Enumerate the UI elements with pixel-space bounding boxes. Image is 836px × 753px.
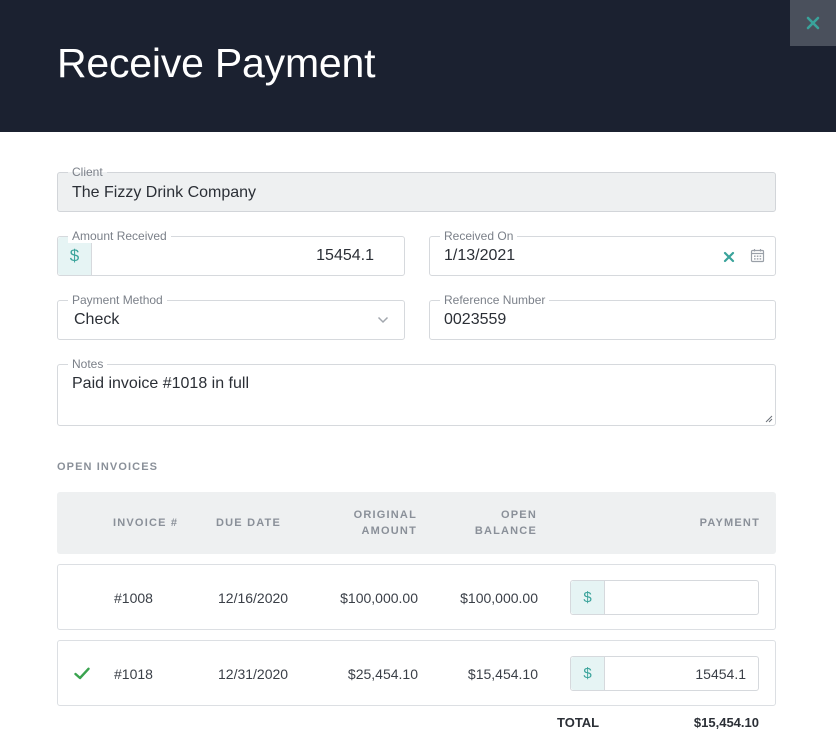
payment-value: 15454.1 bbox=[695, 666, 746, 682]
invoice-original-amount: $100,000.00 bbox=[340, 590, 418, 606]
resize-handle-icon[interactable] bbox=[765, 415, 773, 423]
received-on-label: Received On bbox=[440, 229, 518, 243]
invoice-original-amount: $25,454.10 bbox=[347, 666, 418, 682]
invoice-table-header: INVOICE # DUE DATE ORIGINAL AMOUNT OPEN … bbox=[57, 492, 776, 554]
notes-value: Paid invoice #1018 in full bbox=[72, 375, 250, 392]
payment-currency-addon: $ bbox=[571, 657, 605, 690]
invoice-due-date: 12/16/2020 bbox=[218, 590, 289, 606]
received-on-value: 1/13/2021 bbox=[444, 247, 516, 264]
column-original-amount-line2: AMOUNT bbox=[361, 525, 417, 537]
payment-input[interactable]: $ 15454.1 bbox=[570, 656, 759, 691]
invoice-number: #1018 bbox=[114, 666, 153, 682]
open-invoices-heading: OPEN INVOICES bbox=[57, 461, 159, 473]
invoice-open-balance: $100,000.00 bbox=[460, 590, 538, 606]
close-icon bbox=[806, 16, 820, 30]
payment-input[interactable]: $ bbox=[570, 580, 759, 615]
calendar-button[interactable] bbox=[750, 248, 766, 264]
reference-number-field[interactable]: Reference Number 0023559 bbox=[429, 293, 776, 340]
reference-number-value: 0023559 bbox=[444, 311, 507, 328]
column-open-balance-line1: OPEN bbox=[501, 509, 537, 521]
close-button[interactable] bbox=[790, 0, 836, 46]
checkmark-icon bbox=[74, 667, 90, 680]
payment-method-select[interactable]: Payment Method Check bbox=[57, 293, 405, 340]
client-field[interactable]: Client The Fizzy Drink Company bbox=[57, 165, 776, 212]
column-open-balance-line2: BALANCE bbox=[474, 525, 537, 537]
column-open-balance: OPEN BALANCE bbox=[475, 507, 537, 539]
payment-method-value: Check bbox=[74, 311, 120, 328]
invoice-row[interactable]: #1018 12/31/2020 $25,454.10 $15,454.10 $… bbox=[57, 640, 776, 706]
column-payment: PAYMENT bbox=[699, 517, 760, 529]
client-label: Client bbox=[68, 165, 107, 179]
amount-received-label: Amount Received bbox=[68, 229, 171, 243]
invoice-due-date: 12/31/2020 bbox=[218, 666, 289, 682]
invoice-open-balance: $15,454.10 bbox=[467, 666, 538, 682]
total-label: TOTAL bbox=[557, 715, 600, 730]
clear-icon bbox=[723, 251, 735, 263]
invoice-number: #1008 bbox=[114, 590, 153, 606]
modal-title: Receive Payment bbox=[57, 40, 376, 86]
amount-received-value: 15454.1 bbox=[316, 247, 374, 264]
payment-method-label: Payment Method bbox=[68, 293, 167, 307]
payment-currency-addon: $ bbox=[571, 581, 605, 614]
total-value: $15,454.10 bbox=[693, 715, 759, 730]
column-invoice: INVOICE # bbox=[113, 517, 179, 529]
modal-header: Receive Payment bbox=[0, 0, 836, 132]
column-original-amount-line1: ORIGINAL bbox=[353, 509, 417, 521]
notes-label: Notes bbox=[68, 357, 108, 371]
client-value: The Fizzy Drink Company bbox=[72, 184, 257, 201]
reference-number-label: Reference Number bbox=[440, 293, 550, 307]
chevron-down-icon bbox=[377, 316, 389, 324]
received-on-field[interactable]: Received On 1/13/2021 bbox=[429, 229, 776, 276]
notes-textarea[interactable]: Notes Paid invoice #1018 in full bbox=[57, 357, 776, 426]
invoice-row[interactable]: #1008 12/16/2020 $100,000.00 $100,000.00… bbox=[57, 564, 776, 630]
amount-received-field[interactable]: $ Amount Received 15454.1 bbox=[57, 229, 405, 276]
calendar-icon bbox=[750, 249, 765, 263]
column-due-date: DUE DATE bbox=[216, 517, 282, 529]
clear-date-button[interactable] bbox=[723, 250, 737, 264]
column-original-amount: ORIGINAL AMOUNT bbox=[354, 507, 417, 539]
